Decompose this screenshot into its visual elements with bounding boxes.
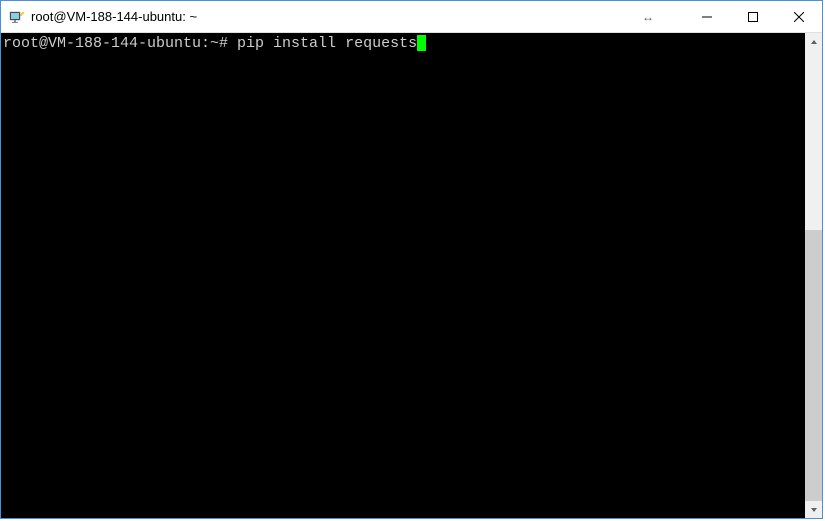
terminal-prompt: root@VM-188-144-ubuntu:~# (3, 35, 237, 52)
putty-icon (9, 9, 25, 25)
scroll-up-button[interactable] (805, 33, 822, 50)
minimize-button[interactable] (684, 1, 730, 32)
scroll-thumb[interactable] (805, 230, 822, 501)
scroll-down-button[interactable] (805, 501, 822, 518)
terminal-content[interactable]: root@VM-188-144-ubuntu:~# pip install re… (1, 33, 805, 518)
maximize-button[interactable] (730, 1, 776, 32)
scroll-track[interactable] (805, 50, 822, 501)
terminal-cursor (417, 35, 426, 51)
resize-indicator-icon: ↔ (642, 10, 654, 24)
terminal-command: pip install requests (237, 35, 417, 52)
vertical-scrollbar[interactable] (805, 33, 822, 518)
window-controls (684, 1, 822, 32)
window-title: root@VM-188-144-ubuntu: ~ (31, 9, 642, 24)
terminal-area: root@VM-188-144-ubuntu:~# pip install re… (1, 33, 822, 518)
titlebar[interactable]: root@VM-188-144-ubuntu: ~ ↔ (1, 1, 822, 33)
close-button[interactable] (776, 1, 822, 32)
terminal-window: root@VM-188-144-ubuntu: ~ ↔ root@VM-188-… (0, 0, 823, 519)
